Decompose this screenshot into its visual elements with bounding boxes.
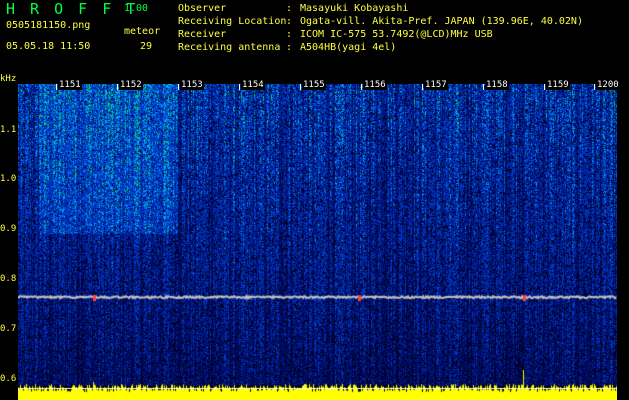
y-tick-label: 1.0 <box>0 174 17 184</box>
info-key: Observer <box>178 3 227 14</box>
meteor-label: meteor <box>124 26 161 37</box>
x-tick <box>594 84 595 90</box>
x-tick-label: 1156 <box>363 80 387 90</box>
x-tick-label: 1155 <box>302 80 326 90</box>
x-tick <box>422 84 423 90</box>
spectrogram-canvas <box>18 84 617 400</box>
info-colon: : <box>286 42 293 53</box>
info-observer: Observer: Masayuki Kobayashi <box>178 3 408 14</box>
info-colon: : <box>286 16 293 27</box>
y-tick-label: 0.6 <box>0 374 17 384</box>
app-version: 1.00 <box>124 3 149 14</box>
info-value: A504HB(yagi 4el) <box>300 42 397 53</box>
x-tick-label: 1151 <box>58 80 82 90</box>
meteor-count: 29 <box>140 41 153 52</box>
y-tick-label: 1.1 <box>0 125 17 135</box>
x-tick <box>117 84 118 90</box>
x-tick-label: 1158 <box>485 80 509 90</box>
x-tick-label: 1159 <box>546 80 570 90</box>
x-tick <box>483 84 484 90</box>
y-tick-label: 0.8 <box>0 274 17 284</box>
y-unit-label: kHz <box>0 74 17 84</box>
x-tick-label: 1153 <box>180 80 204 90</box>
x-tick-label: 1157 <box>424 80 448 90</box>
info-antenna: Receiving antenna: A504HB(yagi 4el) <box>178 42 396 53</box>
info-value: ICOM IC-575 53.7492(@LCD)MHz USB <box>300 29 493 40</box>
x-tick-label: 1154 <box>241 80 265 90</box>
x-tick <box>361 84 362 90</box>
x-tick-label: 1152 <box>119 80 143 90</box>
info-colon: : <box>286 3 293 14</box>
x-tick <box>544 84 545 90</box>
app-title: H R O F F T <box>6 0 139 18</box>
spectrogram-panel: kHz 1.1 1.0 0.9 0.8 0.7 0.6 1151 1152 11… <box>0 74 629 400</box>
info-value: Ogata-vill. Akita-Pref. JAPAN (139.96E, … <box>300 16 583 27</box>
info-colon: : <box>286 29 293 40</box>
info-value: Masayuki Kobayashi <box>300 3 409 14</box>
info-key: Receiving antenna <box>178 42 281 53</box>
x-tick <box>56 84 57 90</box>
hroft-window: H R O F F T 1.00 0505181150.png meteor 0… <box>0 0 629 400</box>
info-location: Receiving Location: Ogata-vill. Akita-Pre… <box>178 16 583 27</box>
info-key: Receiving Location <box>178 16 287 27</box>
capture-datetime: 05.05.18 11:50 <box>6 41 91 52</box>
y-tick-label: 0.9 <box>0 224 17 234</box>
file-name: 0505181150.png <box>6 20 91 31</box>
x-tick <box>178 84 179 90</box>
x-tick <box>300 84 301 90</box>
y-tick-label: 0.7 <box>0 324 17 334</box>
info-receiver: Receiver: ICOM IC-575 53.7492(@LCD)MHz US… <box>178 29 493 40</box>
info-key: Receiver <box>178 29 227 40</box>
x-tick-label: 1200 <box>596 80 620 90</box>
x-tick <box>239 84 240 90</box>
